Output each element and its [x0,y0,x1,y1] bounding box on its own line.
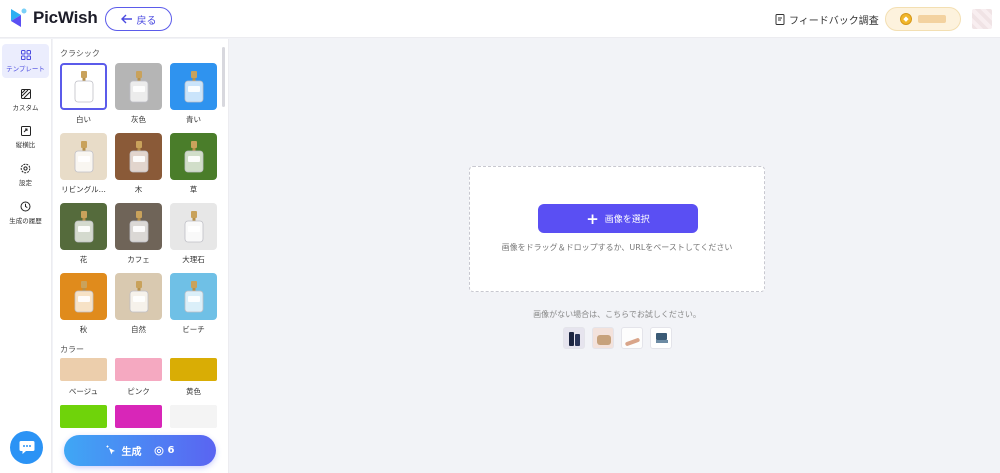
rail-label: 縦横比 [15,140,36,149]
rail-item-history[interactable]: 生成の履歴 [2,196,49,230]
section-title-color: カラー [60,345,84,354]
template-tile[interactable] [60,273,107,320]
credits-count-blurred [918,15,946,23]
template-tile[interactable] [115,63,162,110]
template-tile[interactable] [115,203,162,250]
sample-image-shoe[interactable] [621,327,643,349]
template-tile[interactable] [60,203,107,250]
upload-drop-zone[interactable]: + 画像を選択 画像をドラッグ＆ドロップするか、URLをペーストしてください [469,166,765,292]
feedback-doc-icon [775,14,785,25]
logo-text: PicWish [33,8,98,27]
chat-icon [19,441,34,454]
grid-icon [20,49,31,60]
perfume-bottle-icon [184,210,203,242]
generate-button[interactable]: 生成 6 [64,435,216,466]
template-label: ビーチ [182,325,205,334]
rail-item-aspect-ratio[interactable]: 縦横比 [2,120,49,154]
color-label: 黄色 [186,387,201,396]
perfume-bottle-icon [74,140,93,172]
color-swatch[interactable] [60,405,107,428]
perfume-bottle-icon [184,140,203,172]
template-label: 木 [134,185,143,194]
template-label: リビングル... [61,185,106,194]
template-label: 白い [76,115,91,124]
template-label: 花 [79,255,88,264]
logo[interactable]: PicWish [8,7,98,29]
credits-badge[interactable]: ◆ [885,7,961,31]
color-swatch[interactable] [115,358,162,381]
color-label: ピンク [127,387,150,396]
section-title-classic: クラシック [60,49,100,58]
template-tile[interactable] [170,133,217,180]
avatar[interactable] [972,9,992,29]
rail-item-settings[interactable]: 設定 [2,158,49,192]
arrow-left-icon [120,14,132,24]
template-label: 秋 [79,325,88,334]
clock-icon [20,201,31,212]
generate-label: 生成 [121,447,142,458]
color-swatch[interactable] [115,405,162,428]
sample-image-cosmetics[interactable] [563,327,585,349]
sample-prompt-text: 画像がない場合は、こちらでお試しください。 [533,310,701,319]
template-tile[interactable] [60,63,107,110]
gear-icon [20,163,31,174]
color-swatch[interactable] [60,358,107,381]
select-image-label: 画像を選択 [604,215,650,225]
color-swatch[interactable] [170,358,217,381]
sample-images [563,327,679,349]
template-tile[interactable] [115,273,162,320]
template-panel: クラシック 白い 灰色 青い リビングル... 木草花カフェ 大理石秋自然 ビーチ カラー … [53,39,229,473]
rail-item-custom[interactable]: カスタム [2,83,49,117]
template-label: 灰色 [131,115,146,124]
back-label: 戻る [136,15,157,27]
rail-label: 設定 [19,179,32,187]
perfume-bottle-icon [184,70,203,102]
template-label: 草 [189,185,198,194]
panel-scrollbar[interactable] [222,47,225,107]
perfume-bottle-icon [74,210,93,242]
rail-label: カスタム [12,103,39,112]
chat-support-button[interactable] [10,431,43,464]
perfume-bottle-icon [129,280,148,312]
rail-label: テンプレート [6,64,45,73]
perfume-bottle-icon [129,140,148,172]
template-tile[interactable] [170,203,217,250]
back-button[interactable]: 戻る [105,7,172,31]
crop-icon [20,125,31,136]
color-label: ベージュ [68,387,99,396]
tool-rail: テンプレート カスタム 縦横比 設定 生成の履歴 [0,39,52,473]
custom-pattern-icon [20,88,31,99]
template-tile[interactable] [170,63,217,110]
template-tile[interactable] [170,273,217,320]
feedback-label: フィードバック調査 [789,16,879,27]
top-bar: PicWish 戻る フィードバック調査 ◆ [0,0,1000,38]
sample-image-chair[interactable] [650,327,672,349]
perfume-bottle-icon [74,280,93,312]
coin-icon: ◆ [900,13,912,25]
generate-cost: 6 [167,445,175,456]
cursor-sparkle-icon [106,445,115,455]
template-label: 自然 [131,325,146,334]
rail-label: 生成の履歴 [9,217,42,225]
drop-hint-text: 画像をドラッグ＆ドロップするか、URLをペーストしてください [501,243,733,252]
template-label: 大理石 [182,255,205,264]
perfume-bottle-icon [129,210,148,242]
perfume-bottle-icon [184,280,203,312]
template-tile[interactable] [60,133,107,180]
perfume-bottle-icon [129,70,148,102]
template-label: 青い [186,115,201,124]
plus-icon: + [586,209,599,228]
feedback-link[interactable]: フィードバック調査 [775,12,879,27]
perfume-bottle-icon [74,70,93,102]
template-label: カフェ [127,255,150,264]
sample-image-bag[interactable] [592,327,614,349]
template-tile[interactable] [115,133,162,180]
select-image-button[interactable]: + 画像を選択 [538,204,698,233]
color-swatch[interactable] [170,405,217,428]
rail-item-template[interactable]: テンプレート [2,44,49,78]
credit-icon [154,446,164,456]
picwish-logo-icon [11,8,27,27]
